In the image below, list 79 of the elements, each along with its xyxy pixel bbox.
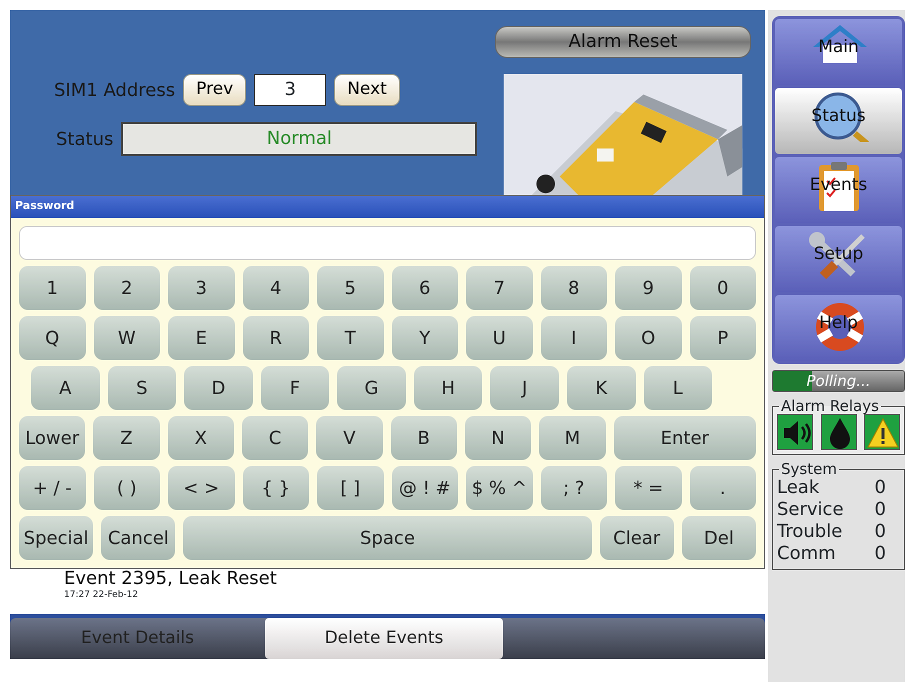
key[interactable]: D (184, 366, 253, 410)
key[interactable]: Del (682, 516, 756, 560)
alarm-reset-button[interactable]: Alarm Reset (495, 26, 751, 58)
key[interactable]: 1 (19, 266, 86, 310)
key[interactable]: 7 (466, 266, 532, 310)
key[interactable]: C (242, 416, 308, 460)
key[interactable]: P (690, 316, 756, 360)
key[interactable]: R (242, 316, 309, 360)
key[interactable]: 4 (242, 266, 309, 310)
key[interactable]: Special (19, 516, 94, 560)
key[interactable]: { } (242, 466, 309, 510)
status-label: Status (56, 128, 114, 152)
system-count: 0 (874, 521, 886, 543)
key[interactable]: J (490, 366, 559, 410)
key[interactable]: K (566, 366, 636, 410)
key[interactable]: Enter (614, 416, 756, 460)
key[interactable]: + / - (19, 466, 86, 510)
address-field[interactable]: 3 (254, 74, 326, 106)
key[interactable]: L (644, 366, 712, 410)
key[interactable]: M (539, 416, 606, 460)
status-field: Normal (121, 122, 478, 156)
key[interactable]: T (317, 316, 384, 360)
key[interactable]: ( ) (94, 466, 160, 510)
system-label: Service (777, 499, 844, 521)
key[interactable]: 6 (392, 266, 458, 310)
system-label: Leak (777, 477, 820, 499)
system-count: 0 (874, 477, 886, 499)
key[interactable]: 0 (690, 266, 756, 310)
key[interactable]: 5 (317, 266, 384, 310)
key[interactable]: U (466, 316, 532, 360)
speaker-icon (777, 414, 813, 450)
key[interactable]: G (337, 366, 406, 410)
key[interactable]: 2 (94, 266, 160, 310)
event-time: 17:27 22-Feb-12 (64, 589, 140, 602)
key[interactable]: W (94, 316, 160, 360)
key[interactable]: ; ? (540, 466, 607, 510)
key[interactable]: Cancel (101, 516, 176, 560)
system-label: Trouble (777, 521, 842, 543)
key[interactable]: E (168, 316, 234, 360)
key[interactable]: 9 (615, 266, 682, 310)
key[interactable]: * = (615, 466, 682, 510)
system-label: Comm (777, 543, 836, 565)
key[interactable]: < > (168, 466, 234, 510)
key[interactable]: O (615, 316, 682, 360)
key[interactable]: Space (183, 516, 592, 560)
system-count: 0 (874, 543, 886, 565)
key[interactable]: B (390, 416, 457, 460)
tab[interactable]: Delete Events (265, 618, 503, 659)
password-field[interactable] (19, 226, 756, 260)
warning-icon (864, 414, 900, 450)
key[interactable]: Z (93, 416, 160, 460)
key[interactable]: A (31, 366, 100, 410)
key[interactable]: I (540, 316, 607, 360)
drop-icon (820, 414, 856, 450)
nav-button[interactable]: Status (775, 88, 902, 154)
key[interactable]: F (260, 366, 330, 410)
key[interactable]: @ ! # (392, 466, 458, 510)
key[interactable]: Y (392, 316, 458, 360)
key[interactable]: H (414, 366, 482, 410)
event-title: Event 2395, Leak Reset (64, 569, 278, 589)
key[interactable]: $ % ^ (466, 466, 532, 510)
key[interactable]: Lower (19, 416, 86, 460)
next-button[interactable]: Next (334, 74, 400, 106)
alarm-relays-title: Alarm Relays (780, 398, 880, 414)
key[interactable]: 3 (168, 266, 234, 310)
key[interactable]: Q (19, 316, 86, 360)
key[interactable]: . (690, 466, 756, 510)
key[interactable]: 8 (540, 266, 607, 310)
key[interactable]: S (108, 366, 176, 410)
key[interactable]: Clear (600, 516, 674, 560)
key[interactable]: V (316, 416, 383, 460)
key[interactable]: N (464, 416, 532, 460)
system-title: System (780, 461, 838, 477)
dialog-title: Password (11, 196, 764, 218)
system-count: 0 (874, 499, 886, 521)
key[interactable]: [ ] (317, 466, 384, 510)
address-label: SIM1 Address (54, 78, 176, 102)
prev-button[interactable]: Prev (183, 74, 246, 106)
key[interactable]: X (168, 416, 234, 460)
